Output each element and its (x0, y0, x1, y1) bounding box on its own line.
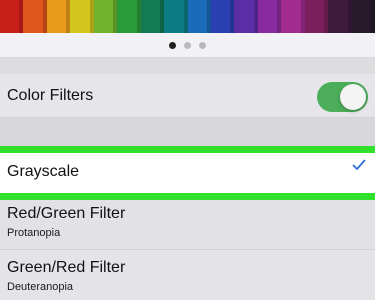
pencil-stripe (234, 0, 259, 33)
pencil-stripe (0, 0, 24, 33)
colored-pencils-image (0, 0, 375, 33)
pencil-stripe (304, 0, 329, 33)
pencil-stripe (46, 0, 71, 33)
checkmark-icon (352, 159, 366, 170)
pencil-stripe (187, 0, 212, 33)
pencil-stripe (164, 0, 188, 33)
filter-option-grayscale[interactable]: Grayscale (0, 146, 375, 200)
page-indicator[interactable] (0, 33, 375, 58)
page-dot-active[interactable] (169, 41, 176, 49)
color-filters-row: Color Filters (0, 74, 375, 118)
section-spacer (0, 58, 375, 74)
filter-title: Red/Green Filter (7, 205, 126, 222)
pencil-stripe (210, 0, 235, 33)
filter-option-green-red[interactable]: Green/Red Filter Deuteranopia (0, 250, 375, 300)
filter-subtitle: Protanopia (7, 227, 61, 239)
pencil-stripe (70, 0, 95, 33)
toggle-knob (340, 84, 366, 110)
color-filters-toggle[interactable] (317, 82, 368, 112)
pencil-stripe (257, 0, 282, 33)
pencil-stripe (140, 0, 165, 33)
filter-option-red-green[interactable]: Red/Green Filter Protanopia (0, 200, 375, 250)
section-spacer (0, 118, 375, 146)
filter-title: Grayscale (7, 163, 80, 180)
pencil-stripe (117, 0, 142, 33)
page-dot[interactable] (199, 41, 206, 49)
pencil-stripe (23, 0, 48, 33)
pencil-stripe (328, 0, 353, 33)
page-dot[interactable] (184, 41, 191, 49)
pencil-stripe (93, 0, 118, 33)
pencil-stripe (351, 0, 375, 33)
color-filters-label: Color Filters (7, 87, 94, 104)
filter-title: Green/Red Filter (7, 259, 126, 276)
filter-subtitle: Deuteranopia (7, 281, 74, 293)
pencil-stripe (281, 0, 306, 33)
